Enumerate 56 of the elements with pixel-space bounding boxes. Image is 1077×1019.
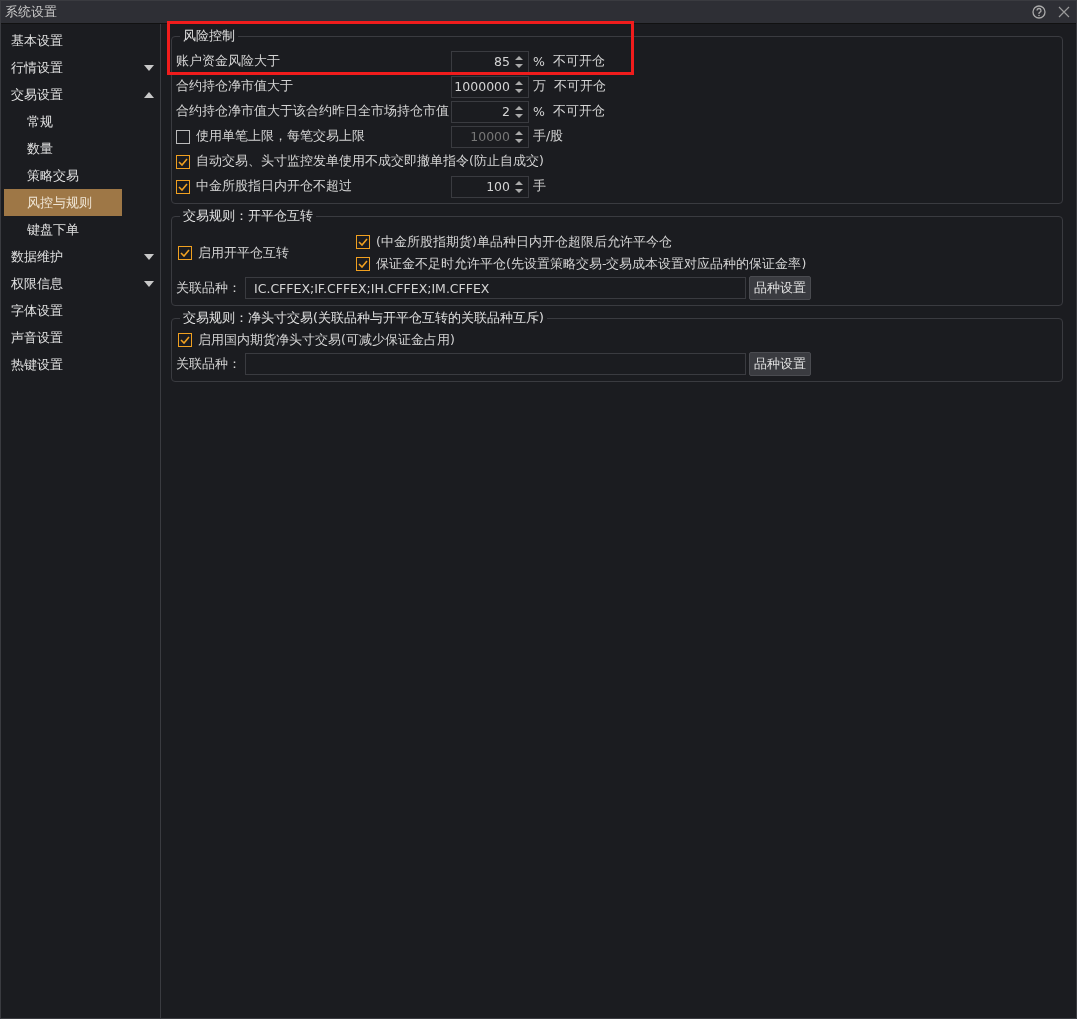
sidebar-item[interactable]: 行情设置 [1, 54, 160, 81]
checkbox[interactable] [356, 257, 370, 271]
sidebar-item[interactable]: 数量 [4, 135, 122, 162]
spinner-arrows-icon[interactable] [515, 79, 523, 94]
sidebar-item[interactable]: 权限信息 [1, 270, 160, 297]
number-field[interactable]: 1000000 [451, 75, 529, 98]
input-field[interactable] [245, 353, 746, 375]
field-label: 关联品种： [176, 279, 242, 297]
sidebar-item[interactable]: 声音设置 [1, 324, 160, 351]
sidebar-item[interactable]: 基本设置 [1, 27, 160, 54]
window-title: 系统设置 [5, 3, 57, 21]
checkbox[interactable] [178, 333, 192, 347]
number-field[interactable]: 2 [451, 100, 529, 123]
sidebar-item[interactable]: 热键设置 [1, 351, 160, 378]
unit-label: 万 [533, 78, 546, 95]
spinner-arrows-icon[interactable] [515, 179, 523, 194]
close-icon[interactable] [1058, 6, 1070, 18]
input-field[interactable]: IC.CFFEX;IF.CFFEX;IH.CFFEX;IM.CFFEX [245, 277, 746, 299]
setting-suffix: 不可开仓 [552, 53, 605, 70]
setting-suffix: 不可开仓 [552, 103, 605, 120]
checkbox-label: 使用单笔上限，每笔交易上限 [196, 128, 365, 145]
checkbox-label: 自动交易、头寸监控发单使用不成交即撤单指令(防止自成交) [196, 153, 544, 170]
checkbox-label: 启用国内期货净头寸交易(可减少保证金占用) [198, 331, 455, 349]
help-icon[interactable] [1032, 5, 1046, 19]
sidebar-item[interactable]: 字体设置 [1, 297, 160, 324]
setting-label: 合约持仓净市值大于该合约昨日全市场持仓市值 [176, 103, 450, 120]
setting-label: 账户资金风险大于 [176, 53, 281, 70]
group-title: 交易规则：净头寸交易(关联品种与开平仓互转的关联品种互斥) [180, 310, 547, 327]
number-field[interactable]: 100 [451, 175, 529, 198]
setting-label: 合约持仓净市值大于 [176, 78, 294, 95]
sidebar-item[interactable]: 键盘下单 [4, 216, 122, 243]
unit-label: 手/股 [533, 128, 564, 145]
checkbox[interactable] [178, 246, 192, 260]
number-field[interactable]: 85 [451, 50, 529, 73]
unit-label: 手 [533, 178, 546, 195]
group-title: 交易规则：开平仓互转 [180, 208, 316, 225]
unit-label: % [533, 54, 545, 69]
variety-settings-button[interactable]: 品种设置 [749, 276, 811, 300]
unit-label: % [533, 104, 545, 119]
group-title: 风险控制 [180, 28, 238, 45]
spinner-arrows-icon[interactable] [515, 54, 523, 69]
field-label: 关联品种： [176, 355, 242, 373]
sidebar-item[interactable]: 交易设置 [1, 81, 160, 108]
checkbox-label: 中金所股指日内开仓不超过 [196, 178, 352, 195]
checkbox-label: (中金所股指期货)单品种日内开仓超限后允许平今仓 [376, 233, 672, 251]
spinner-arrows-icon[interactable] [515, 104, 523, 119]
sidebar-item[interactable]: 数据维护 [1, 243, 160, 270]
sidebar-item[interactable]: 常规 [4, 108, 122, 135]
setting-suffix: 不可开仓 [554, 78, 606, 95]
checkbox[interactable] [356, 235, 370, 249]
checkbox-label: 保证金不足时允许平仓(先设置策略交易-交易成本设置对应品种的保证金率) [376, 255, 807, 273]
checkbox-label: 启用开平仓互转 [198, 244, 289, 262]
variety-settings-button[interactable]: 品种设置 [749, 352, 811, 376]
checkbox[interactable] [176, 179, 190, 194]
sidebar-item[interactable]: 策略交易 [4, 162, 122, 189]
checkbox[interactable] [176, 154, 190, 169]
